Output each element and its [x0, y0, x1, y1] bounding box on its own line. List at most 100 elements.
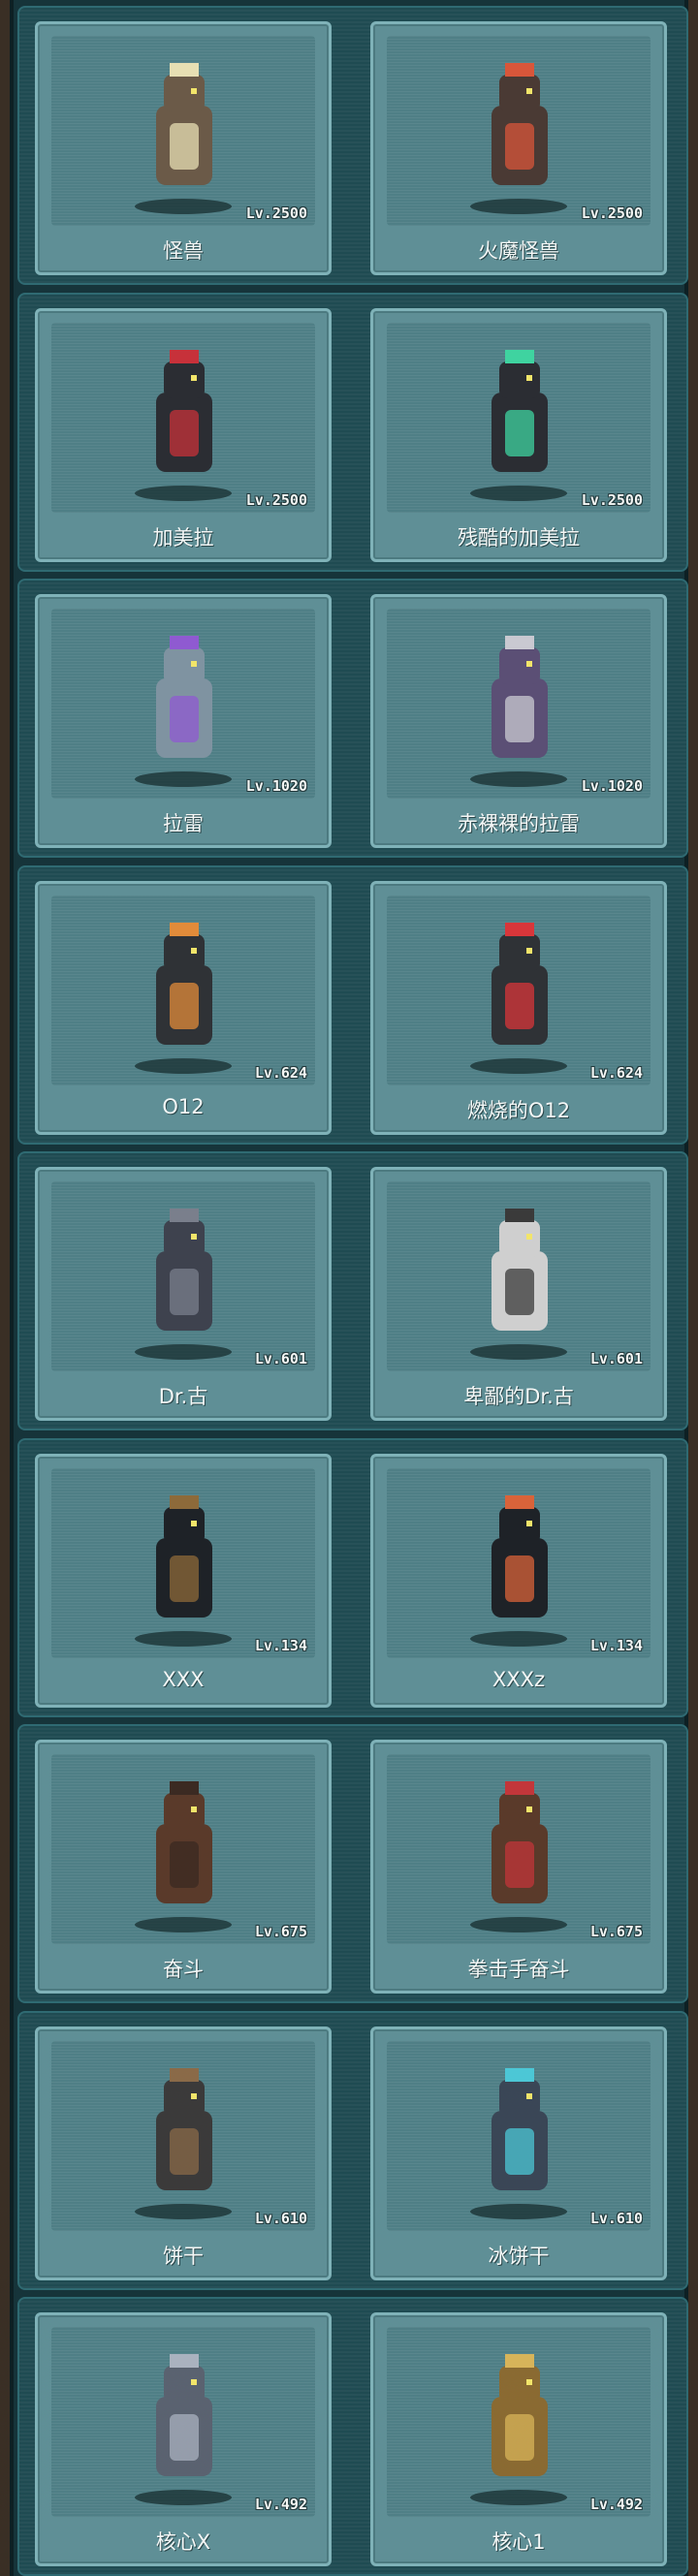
monster-name: XXXz [492, 1668, 546, 1691]
monster-portrait: Lv.601 [387, 1181, 650, 1371]
monster-row: Lv.675 奋斗 Lv.675 拳击手奋斗 [17, 1724, 688, 2003]
white-gorilla-sprite [492, 1209, 548, 1331]
monster-card[interactable]: Lv.610 饼干 [35, 2026, 332, 2280]
level-label: Lv.2500 [245, 491, 307, 509]
monster-name: 奋斗 [163, 1958, 204, 1981]
cruel-gamera-sprite [492, 350, 548, 472]
monster-portrait: Lv.610 [387, 2041, 650, 2231]
monster-row: Lv.624 O12 Lv.624 燃烧的O12 [17, 865, 688, 1145]
level-label: Lv.601 [254, 1350, 307, 1367]
monster-name: 核心1 [492, 2530, 546, 2554]
shark-sprite [156, 636, 212, 758]
fire-crow-sprite [492, 1495, 548, 1618]
monster-name: 残酷的加美拉 [458, 526, 580, 550]
ice-raccoon-sprite [492, 2068, 548, 2190]
level-label: Lv.134 [254, 1637, 307, 1654]
monster-portrait: Lv.492 [387, 2327, 650, 2517]
monster-row: Lv.134 XXX Lv.134 XXXz [17, 1438, 688, 1717]
kaiju-sprite [156, 63, 212, 185]
level-label: Lv.601 [589, 1350, 643, 1367]
monster-card[interactable]: Lv.1020 赤裸裸的拉雷 [370, 594, 667, 848]
level-label: Lv.624 [254, 1064, 307, 1082]
silver-android-sprite [156, 2354, 212, 2476]
monster-portrait: Lv.675 [387, 1754, 650, 1944]
level-label: Lv.675 [589, 1923, 643, 1940]
fire-kaiju-sprite [492, 63, 548, 185]
monster-card[interactable]: Lv.2500 加美拉 [35, 308, 332, 562]
monster-name: XXX [162, 1668, 205, 1691]
level-label: Lv.1020 [245, 777, 307, 795]
level-label: Lv.610 [254, 2210, 307, 2227]
monster-name: O12 [162, 1095, 205, 1118]
monster-card[interactable]: Lv.624 燃烧的O12 [370, 881, 667, 1135]
level-label: Lv.492 [589, 2496, 643, 2513]
monster-card[interactable]: Lv.134 XXX [35, 1454, 332, 1708]
monster-name: Dr.古 [158, 1385, 208, 1408]
monster-row: Lv.610 饼干 Lv.610 冰饼干 [17, 2011, 688, 2290]
monster-card[interactable]: Lv.601 Dr.古 [35, 1167, 332, 1421]
monster-name: 赤裸裸的拉雷 [458, 812, 580, 835]
monster-portrait: Lv.492 [51, 2327, 315, 2517]
brute-sprite [156, 1781, 212, 1903]
monster-name: 核心X [155, 2530, 211, 2554]
monster-card[interactable]: Lv.2500 残酷的加美拉 [370, 308, 667, 562]
monster-portrait: Lv.2500 [387, 36, 650, 226]
boxer-brute-sprite [492, 1781, 548, 1903]
monster-portrait: Lv.2500 [387, 323, 650, 513]
monster-portrait: Lv.624 [51, 895, 315, 1085]
monster-portrait: Lv.2500 [51, 36, 315, 226]
robot-cannon-sprite [156, 923, 212, 1045]
naked-shark-sprite [492, 636, 548, 758]
level-label: Lv.675 [254, 1923, 307, 1940]
crow-sprite [156, 1495, 212, 1618]
monster-card[interactable]: Lv.1020 拉雷 [35, 594, 332, 848]
gamera-sprite [156, 350, 212, 472]
monster-card[interactable]: Lv.624 O12 [35, 881, 332, 1135]
level-label: Lv.2500 [245, 204, 307, 222]
burning-robot-sprite [492, 923, 548, 1045]
monster-name: 怪兽 [163, 239, 204, 263]
monster-row: Lv.492 核心X Lv.492 核心1 [17, 2297, 688, 2576]
monster-portrait: Lv.1020 [387, 609, 650, 799]
monster-name: 燃烧的O12 [466, 1099, 571, 1122]
monster-card[interactable]: Lv.675 拳击手奋斗 [370, 1740, 667, 1994]
monster-portrait: Lv.624 [387, 895, 650, 1085]
monster-name: 拳击手奋斗 [467, 1958, 570, 1981]
monster-portrait: Lv.2500 [51, 323, 315, 513]
monster-name: 卑鄙的Dr.古 [463, 1385, 574, 1408]
monster-portrait: Lv.675 [51, 1754, 315, 1944]
monster-portrait: Lv.610 [51, 2041, 315, 2231]
level-label: Lv.492 [254, 2496, 307, 2513]
monster-portrait: Lv.134 [387, 1468, 650, 1658]
monster-name: 拉雷 [163, 812, 204, 835]
level-label: Lv.1020 [581, 777, 643, 795]
gold-android-sprite [492, 2354, 548, 2476]
monster-row: Lv.601 Dr.古 Lv.601 卑鄙的Dr.古 [17, 1151, 688, 1430]
monster-name: 冰饼干 [488, 2245, 550, 2268]
monster-card[interactable]: Lv.2500 火魔怪兽 [370, 21, 667, 275]
monster-card[interactable]: Lv.492 核心X [35, 2312, 332, 2566]
monster-collection-panel: Lv.2500 怪兽 Lv.2500 火魔怪兽 Lv.2500 加美拉 Lv.2500 残酷的… [10, 0, 688, 2576]
monster-card[interactable]: Lv.601 卑鄙的Dr.古 [370, 1167, 667, 1421]
level-label: Lv.610 [589, 2210, 643, 2227]
monster-card[interactable]: Lv.610 冰饼干 [370, 2026, 667, 2280]
monster-row: Lv.2500 加美拉 Lv.2500 残酷的加美拉 [17, 293, 688, 572]
gorilla-sprite [156, 1209, 212, 1331]
monster-name: 火魔怪兽 [478, 239, 559, 263]
monster-row: Lv.1020 拉雷 Lv.1020 赤裸裸的拉雷 [17, 579, 688, 858]
monster-card[interactable]: Lv.675 奋斗 [35, 1740, 332, 1994]
monster-portrait: Lv.134 [51, 1468, 315, 1658]
monster-card[interactable]: Lv.2500 怪兽 [35, 21, 332, 275]
monster-row: Lv.2500 怪兽 Lv.2500 火魔怪兽 [17, 6, 688, 285]
monster-name: 加美拉 [152, 526, 214, 550]
level-label: Lv.624 [589, 1064, 643, 1082]
monster-name: 饼干 [163, 2245, 204, 2268]
monster-card[interactable]: Lv.134 XXXz [370, 1454, 667, 1708]
monster-portrait: Lv.601 [51, 1181, 315, 1371]
level-label: Lv.134 [589, 1637, 643, 1654]
monster-card[interactable]: Lv.492 核心1 [370, 2312, 667, 2566]
raccoon-tank-sprite [156, 2068, 212, 2190]
level-label: Lv.2500 [581, 204, 643, 222]
level-label: Lv.2500 [581, 491, 643, 509]
monster-portrait: Lv.1020 [51, 609, 315, 799]
